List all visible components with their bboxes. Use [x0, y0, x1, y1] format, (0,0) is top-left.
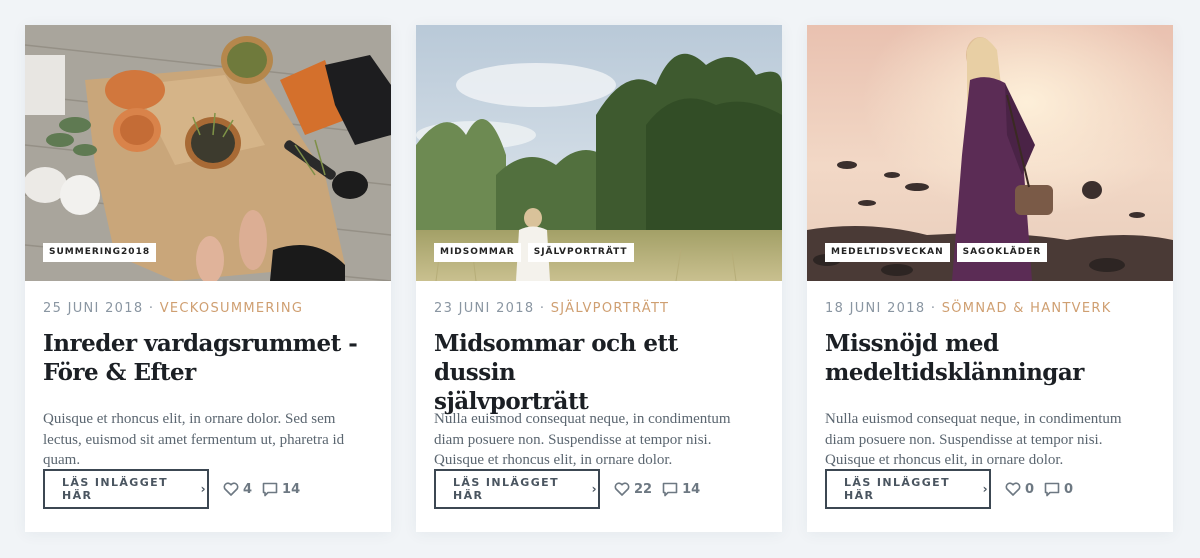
tag-badge[interactable]: MEDELTIDSVECKAN: [825, 243, 950, 262]
comment-icon: [262, 482, 278, 496]
post-category[interactable]: SJÄLVPORTRÄTT: [551, 301, 670, 316]
chevron-right-icon: ›: [982, 482, 989, 496]
post-image[interactable]: MIDSOMMAR SJÄLVPORTRÄTT: [416, 25, 782, 281]
comment-icon: [662, 482, 678, 496]
post-category[interactable]: SÖMNAD & HANTVERK: [942, 301, 1112, 316]
post-actions: LÄS INLÄGGET HÄR › 0 0: [825, 469, 1073, 509]
tag-badge[interactable]: MIDSOMMAR: [434, 243, 521, 262]
chevron-right-icon: ›: [591, 482, 598, 496]
post-meta: 23 JUNI 2018 · SJÄLVPORTRÄTT: [434, 301, 764, 317]
chevron-right-icon: ›: [200, 482, 207, 496]
post-image[interactable]: SUMMERING2018: [25, 25, 391, 281]
post-date: 18 JUNI 2018: [825, 301, 926, 316]
tag-badge[interactable]: SUMMERING2018: [43, 243, 157, 262]
comment-count[interactable]: 14: [662, 482, 700, 497]
post-excerpt: Nulla euismod consequat neque, in condim…: [434, 411, 731, 468]
post-excerpt: Quisque et rhoncus elit, in ornare dolor…: [43, 411, 345, 468]
post-title-line-1[interactable]: Midsommar och ett dussin: [434, 330, 678, 386]
post-card: MIDSOMMAR SJÄLVPORTRÄTT 23 JUNI 2018 · S…: [416, 25, 782, 532]
read-post-button[interactable]: LÄS INLÄGGET HÄR ›: [434, 469, 600, 509]
tag-list: MIDSOMMAR SJÄLVPORTRÄTT: [434, 243, 634, 262]
meta-separator: ·: [534, 301, 551, 316]
post-excerpt: Nulla euismod consequat neque, in condim…: [825, 411, 1122, 468]
like-count[interactable]: 22: [614, 482, 652, 497]
post-title-line-1[interactable]: Missnöjd med: [825, 330, 999, 357]
post-meta: 25 JUNI 2018 · VECKOSUMMERING: [43, 301, 373, 317]
post-title-line-2[interactable]: Före & Efter: [43, 359, 196, 386]
post-category[interactable]: VECKOSUMMERING: [160, 301, 304, 316]
post-title-line-1[interactable]: Inreder vardagsrummet -: [43, 330, 358, 357]
tag-badge[interactable]: SAGOKLÄDER: [956, 243, 1048, 262]
read-post-button-label: LÄS INLÄGGET HÄR: [844, 476, 950, 502]
post-title-line-2[interactable]: medeltidsklänningar: [825, 359, 1084, 386]
post-title[interactable]: Missnöjd med medeltidsklänningar: [825, 329, 1155, 387]
heart-icon: [223, 482, 239, 496]
post-title[interactable]: Inreder vardagsrummet - Före & Efter: [43, 329, 373, 387]
comment-count[interactable]: 0: [1044, 482, 1073, 497]
comment-count-value: 0: [1064, 481, 1074, 497]
tag-list: MEDELTIDSVECKAN SAGOKLÄDER: [825, 243, 1048, 262]
heart-icon: [1005, 482, 1021, 496]
tag-list: SUMMERING2018: [43, 243, 157, 262]
read-post-button-label: LÄS INLÄGGET HÄR: [453, 476, 559, 502]
post-grid: SUMMERING2018 25 JUNI 2018 · VECKOSUMMER…: [25, 25, 1173, 532]
post-actions: LÄS INLÄGGET HÄR › 22 14: [434, 469, 700, 509]
read-post-button[interactable]: LÄS INLÄGGET HÄR ›: [825, 469, 991, 509]
comment-count-value: 14: [282, 481, 301, 497]
post-title[interactable]: Midsommar och ett dussin självporträtt: [434, 329, 764, 415]
post-card: SUMMERING2018 25 JUNI 2018 · VECKOSUMMER…: [25, 25, 391, 532]
read-post-button[interactable]: LÄS INLÄGGET HÄR ›: [43, 469, 209, 509]
post-date: 25 JUNI 2018: [43, 301, 144, 316]
post-meta: 18 JUNI 2018 · SÖMNAD & HANTVERK: [825, 301, 1155, 317]
like-count-value: 0: [1025, 481, 1035, 497]
like-count[interactable]: 4: [223, 482, 252, 497]
read-post-button-label: LÄS INLÄGGET HÄR: [62, 476, 168, 502]
meta-separator: ·: [143, 301, 160, 316]
post-actions: LÄS INLÄGGET HÄR › 4 14: [43, 469, 300, 509]
meta-separator: ·: [925, 301, 942, 316]
tag-badge[interactable]: SJÄLVPORTRÄTT: [527, 243, 634, 262]
post-card: MEDELTIDSVECKAN SAGOKLÄDER 18 JUNI 2018 …: [807, 25, 1173, 532]
post-date: 23 JUNI 2018: [434, 301, 535, 316]
like-count[interactable]: 0: [1005, 482, 1034, 497]
comment-count[interactable]: 14: [262, 482, 300, 497]
comment-count-value: 14: [682, 481, 701, 497]
heart-icon: [614, 482, 630, 496]
post-image[interactable]: MEDELTIDSVECKAN SAGOKLÄDER: [807, 25, 1173, 281]
like-count-value: 4: [243, 481, 253, 497]
like-count-value: 22: [634, 481, 653, 497]
comment-icon: [1044, 482, 1060, 496]
